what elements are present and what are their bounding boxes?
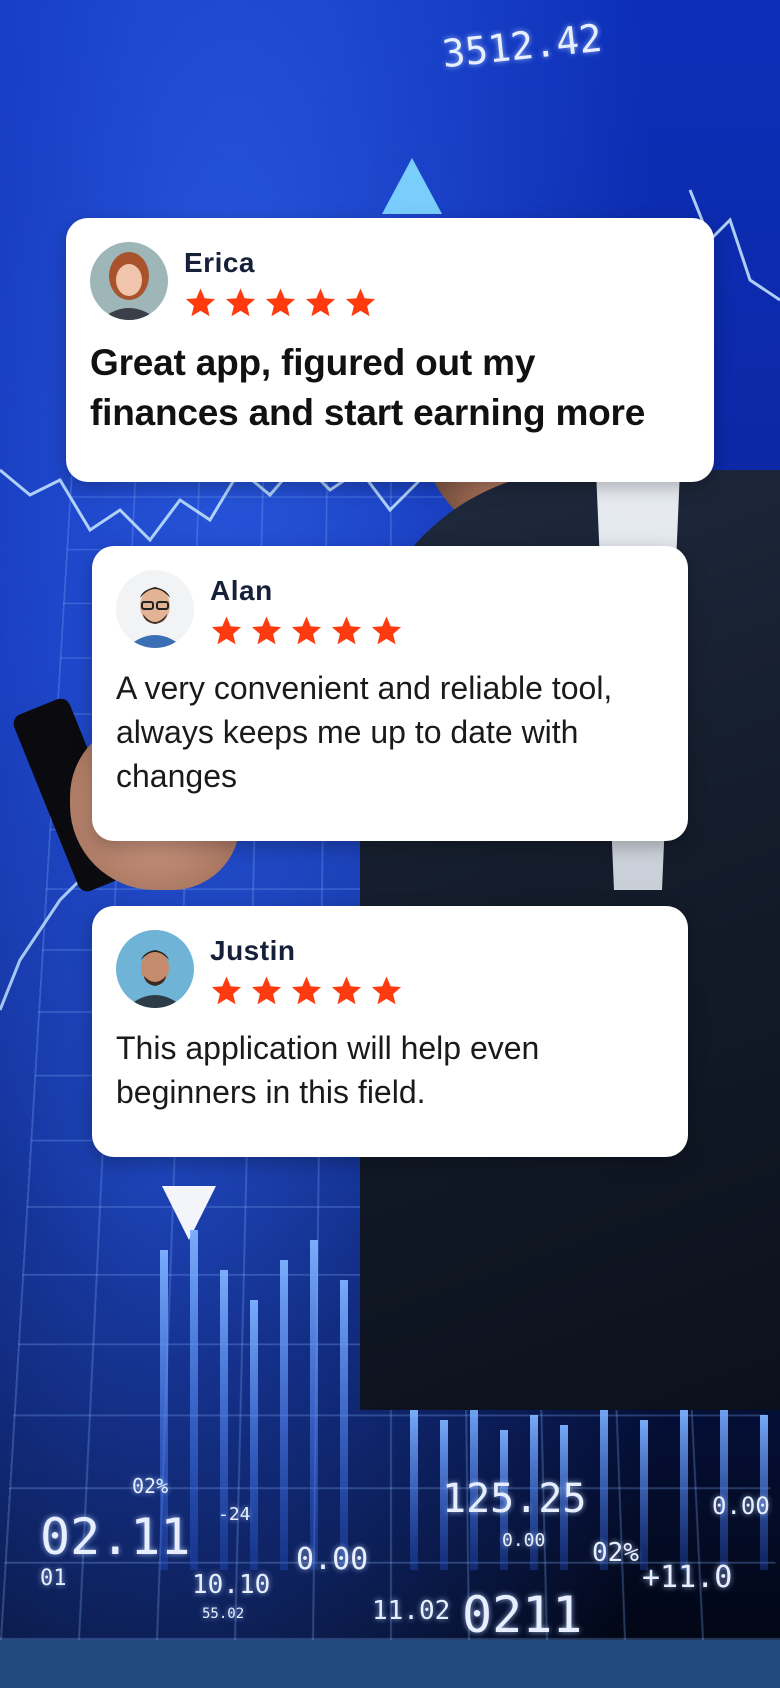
reviewer-name: Justin (210, 935, 296, 966)
ticker-value: 0.00 (502, 1530, 546, 1551)
star-icon (290, 614, 323, 647)
reviewer-meta: Justin (210, 930, 403, 1007)
reviewer-name: Alan (210, 575, 273, 606)
star-rating (184, 286, 377, 319)
review-card-header: Justin (116, 930, 664, 1008)
star-rating (210, 614, 403, 647)
star-icon (210, 974, 243, 1007)
star-icon (304, 286, 337, 319)
reviewer-name: Erica (184, 247, 255, 278)
man-glasses-avatar-icon (116, 570, 194, 648)
ticker-value: 55.02 (202, 1606, 245, 1622)
star-icon (344, 286, 377, 319)
ticker-value: 0.00 (712, 1492, 770, 1520)
ticker-value: 0211 (462, 1586, 583, 1640)
review-card-erica: Erica Great app, figured out my finances… (66, 218, 714, 482)
review-text: A very convenient and reliable tool, alw… (116, 670, 613, 794)
review-card-header: Alan (116, 570, 664, 648)
star-icon (250, 974, 283, 1007)
star-icon (370, 974, 403, 1007)
review-card-header: Erica (90, 242, 690, 320)
star-rating (210, 974, 403, 1007)
ticker-value: 11.02 (372, 1596, 451, 1626)
woman-avatar-icon (90, 242, 168, 320)
ticker-value: 01 (40, 1566, 67, 1591)
ticker-value: 125.25 (442, 1476, 587, 1522)
star-icon (290, 974, 323, 1007)
ticker-value: 02.11 (40, 1508, 191, 1566)
star-icon (250, 614, 283, 647)
ticker-value: 02% (132, 1474, 169, 1498)
review-text: Great app, figured out my finances and s… (90, 342, 646, 433)
star-icon (184, 286, 217, 319)
star-icon (330, 974, 363, 1007)
star-icon (330, 614, 363, 647)
ticker-value: 0.00 (296, 1542, 369, 1577)
star-icon (210, 614, 243, 647)
ticker-value: 10.10 (192, 1570, 271, 1600)
star-icon (264, 286, 297, 319)
reviewer-meta: Alan (210, 570, 403, 647)
man-avatar-icon (116, 930, 194, 1008)
ticker-value: 02% (592, 1538, 639, 1568)
ticker-value: -24 (218, 1504, 251, 1525)
review-text: This application will help even beginner… (116, 1030, 540, 1110)
reviewer-meta: Erica (184, 242, 377, 319)
ticker-value: +11.0 (642, 1560, 733, 1595)
star-icon (224, 286, 257, 319)
review-card-alan: Alan A very convenient and reliable tool… (92, 546, 688, 841)
bottom-bar (0, 1640, 780, 1688)
review-card-justin: Justin This application will help even b… (92, 906, 688, 1157)
star-icon (370, 614, 403, 647)
